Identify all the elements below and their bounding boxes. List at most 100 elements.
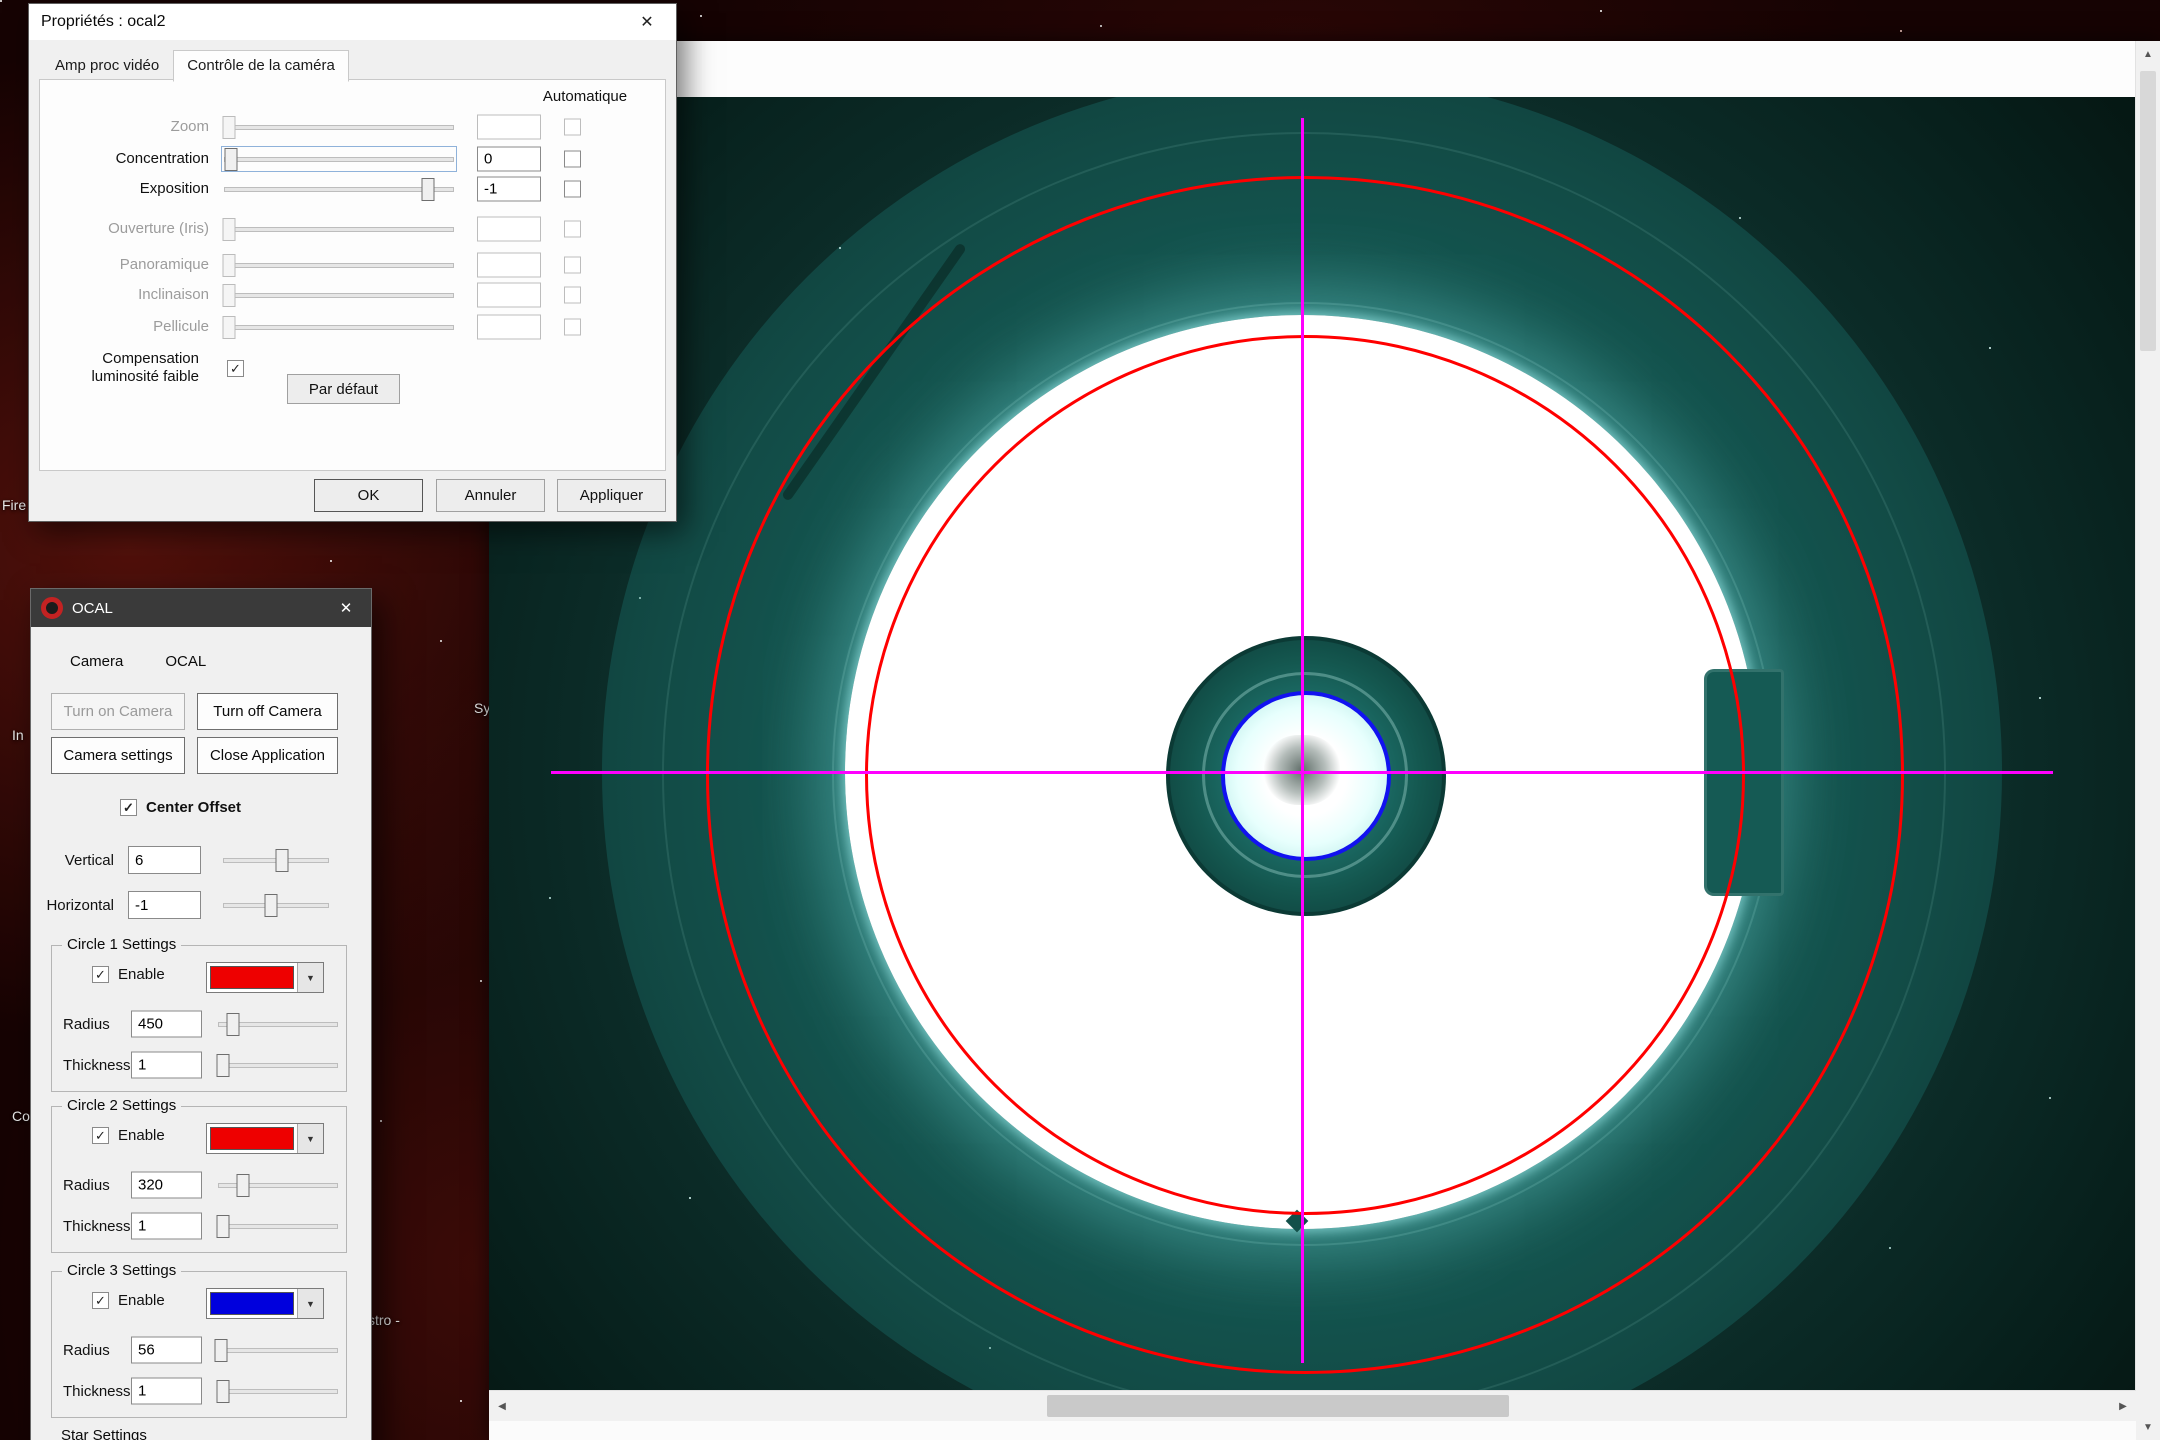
zoom-auto-checkbox[interactable] xyxy=(564,119,581,136)
enable-row: ✓ Enable ▼ xyxy=(52,962,346,993)
pellicule-value-field[interactable] xyxy=(477,315,541,340)
enable-row: ✓ Enable ▼ xyxy=(52,1288,346,1319)
circle-3-radius-slider[interactable] xyxy=(216,1338,340,1362)
concentration-auto-checkbox[interactable] xyxy=(564,151,581,168)
cancel-button[interactable]: Annuler xyxy=(436,479,545,512)
slider-thumb[interactable] xyxy=(237,1174,250,1197)
circle-2-enable-checkbox[interactable]: ✓ xyxy=(92,1127,109,1144)
scroll-right-icon[interactable]: ▶ xyxy=(2110,1391,2136,1421)
slider-thumb[interactable] xyxy=(223,316,236,339)
inclinaison-auto-checkbox[interactable] xyxy=(564,287,581,304)
inclinaison-value-field[interactable] xyxy=(477,283,541,308)
circle-2-thickness-field[interactable] xyxy=(131,1213,202,1240)
circle-1-enable-checkbox[interactable]: ✓ xyxy=(92,966,109,983)
slider-thumb[interactable] xyxy=(225,148,238,171)
close-icon[interactable]: ✕ xyxy=(321,589,371,627)
exposition-slider[interactable] xyxy=(222,177,456,201)
horizontal-offset-field[interactable] xyxy=(128,891,201,919)
slider-thumb[interactable] xyxy=(264,894,277,917)
slider-thumb[interactable] xyxy=(223,218,236,241)
dropdown-arrow-icon[interactable]: ▼ xyxy=(297,1289,323,1318)
slider-thumb[interactable] xyxy=(217,1215,230,1238)
horizontal-scrollbar[interactable]: ◀ ▶ xyxy=(489,1390,2136,1421)
ocal-title-bar[interactable]: OCAL ✕ xyxy=(31,589,371,627)
dialog-title-bar[interactable]: Propriétés : ocal2 ✕ xyxy=(29,4,676,40)
slider-track xyxy=(218,1348,338,1353)
circle-2-radius-slider[interactable] xyxy=(216,1173,340,1197)
tab-controle-camera[interactable]: Contrôle de la caméra xyxy=(173,50,349,82)
tab-ocal[interactable]: OCAL xyxy=(165,653,206,670)
dropdown-arrow-icon[interactable]: ▼ xyxy=(297,963,323,992)
slider-thumb[interactable] xyxy=(217,1054,230,1077)
circle-2-color-select[interactable]: ▼ xyxy=(206,1123,324,1154)
close-application-button[interactable]: Close Application xyxy=(197,737,338,774)
ok-button[interactable]: OK xyxy=(314,479,423,512)
camera-settings-button[interactable]: Camera settings xyxy=(51,737,185,774)
circle-3-enable-checkbox[interactable]: ✓ xyxy=(92,1292,109,1309)
circle-1-radius-field[interactable] xyxy=(131,1011,202,1038)
row-label: Ouverture (Iris) xyxy=(40,207,219,251)
vertical-offset-row: Vertical xyxy=(31,846,371,874)
concentration-value-field[interactable] xyxy=(477,147,541,172)
turn-off-camera-button[interactable]: Turn off Camera xyxy=(197,693,338,730)
tab-camera[interactable]: Camera xyxy=(70,653,123,670)
scroll-left-icon[interactable]: ◀ xyxy=(489,1391,515,1421)
vertical-offset-field[interactable] xyxy=(128,846,201,874)
slider-track xyxy=(218,1389,338,1394)
concentration-slider[interactable] xyxy=(222,147,456,171)
compensation-checkbox[interactable]: ✓ xyxy=(227,360,244,377)
camera-viewer-window: ▲ ▼ ◀ ▶ xyxy=(489,41,2160,1440)
vertical-scrollbar-thumb[interactable] xyxy=(2140,71,2156,351)
inclinaison-slider[interactable] xyxy=(222,283,456,307)
panoramique-slider[interactable] xyxy=(222,253,456,277)
circle-2-radius-field[interactable] xyxy=(131,1172,202,1199)
zoom-slider[interactable] xyxy=(222,115,456,139)
radius-label: Radius xyxy=(63,1171,110,1199)
pellicule-slider[interactable] xyxy=(222,315,456,339)
turn-on-camera-button[interactable]: Turn on Camera xyxy=(51,693,185,730)
close-icon[interactable]: ✕ xyxy=(618,4,676,40)
vertical-scrollbar[interactable]: ▲ ▼ xyxy=(2135,41,2160,1440)
circle-3-radius-field[interactable] xyxy=(131,1337,202,1364)
horizontal-scrollbar-thumb[interactable] xyxy=(1047,1395,1509,1417)
default-button[interactable]: Par défaut xyxy=(287,374,400,404)
circle-3-thickness-slider[interactable] xyxy=(216,1379,340,1403)
slider-thumb[interactable] xyxy=(223,116,236,139)
slider-thumb[interactable] xyxy=(223,254,236,277)
center-offset-checkbox[interactable]: ✓ xyxy=(120,799,137,816)
slider-thumb[interactable] xyxy=(421,178,434,201)
scroll-up-icon[interactable]: ▲ xyxy=(2136,41,2160,67)
circle-1-thickness-slider[interactable] xyxy=(216,1053,340,1077)
circle-1-thickness-field[interactable] xyxy=(131,1052,202,1079)
ouverture-value-field[interactable] xyxy=(477,217,541,242)
thickness-row: Thickness xyxy=(52,1051,346,1079)
exposition-value-field[interactable] xyxy=(477,177,541,202)
dropdown-arrow-icon[interactable]: ▼ xyxy=(297,1124,323,1153)
check-icon: ✓ xyxy=(123,800,134,816)
ouverture-slider[interactable] xyxy=(222,217,456,241)
slider-thumb[interactable] xyxy=(214,1339,227,1362)
ouverture-auto-checkbox[interactable] xyxy=(564,221,581,238)
pellicule-auto-checkbox[interactable] xyxy=(564,319,581,336)
exposition-auto-checkbox[interactable] xyxy=(564,181,581,198)
apply-button[interactable]: Appliquer xyxy=(557,479,666,512)
scroll-down-icon[interactable]: ▼ xyxy=(2136,1414,2160,1440)
circle-1-color-select[interactable]: ▼ xyxy=(206,962,324,993)
slider-thumb[interactable] xyxy=(227,1013,240,1036)
zoom-value-field[interactable] xyxy=(477,115,541,140)
circle-3-thickness-field[interactable] xyxy=(131,1378,202,1405)
circle-2-thickness-slider[interactable] xyxy=(216,1214,340,1238)
group-title: Circle 1 Settings xyxy=(62,936,181,953)
circle-1-radius-slider[interactable] xyxy=(216,1012,340,1036)
slider-thumb[interactable] xyxy=(223,284,236,307)
vertical-offset-slider[interactable] xyxy=(221,848,331,872)
horizontal-offset-slider[interactable] xyxy=(221,893,331,917)
enable-label: Enable xyxy=(118,1127,165,1144)
panoramique-auto-checkbox[interactable] xyxy=(564,257,581,274)
circle-3-color-select[interactable]: ▼ xyxy=(206,1288,324,1319)
tab-amp-proc-video[interactable]: Amp proc vidéo xyxy=(41,50,173,82)
slider-thumb[interactable] xyxy=(275,849,288,872)
center-offset-row: ✓ Center Offset xyxy=(120,799,241,816)
slider-thumb[interactable] xyxy=(217,1380,230,1403)
panoramique-value-field[interactable] xyxy=(477,253,541,278)
